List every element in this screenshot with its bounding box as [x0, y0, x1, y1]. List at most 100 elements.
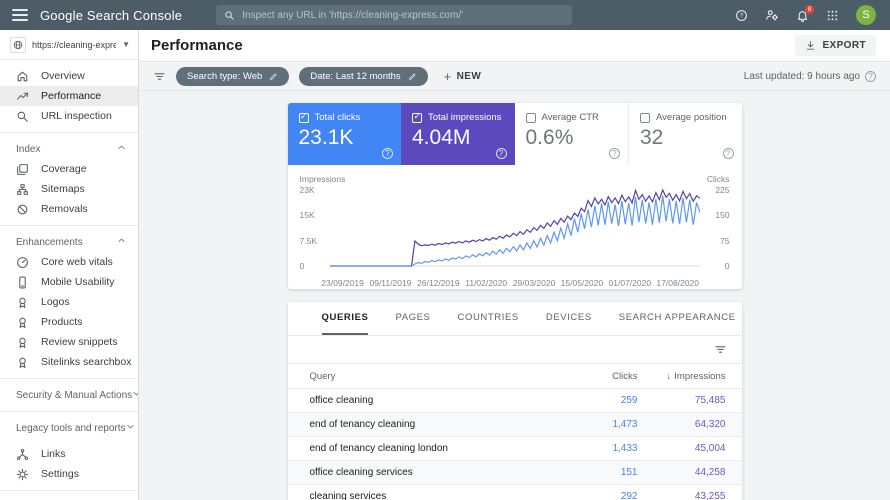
left-axis-title: Impressions [299, 174, 346, 184]
help-circle-icon[interactable]: ? [722, 148, 734, 159]
x-axis-label: 29/03/2020 [512, 278, 556, 288]
table-row[interactable]: cleaning services 292 43,255 [288, 485, 742, 500]
sidebar-section-legacy-tools[interactable]: Legacy tools and reports [0, 418, 138, 438]
blocked-icon [17, 204, 28, 214]
help-circle-icon[interactable]: ? [865, 70, 876, 82]
table-row[interactable]: end of tenancy cleaning london 1,433 45,00… [287, 437, 742, 461]
sidebar-section-security[interactable]: Security & Manual Actions [0, 385, 138, 405]
rich-result-badge-icon [19, 357, 26, 368]
x-axis-labels: 23/09/2019 09/11/2019 26/12/2019 11/02/2020… [321, 275, 704, 289]
magnifier-icon [17, 111, 28, 122]
dimensions-table-card: QUERIES PAGES COUNTRIES DEVICES SEARCH A… [287, 302, 742, 500]
gear-icon [16, 468, 29, 480]
apps-grid-icon[interactable] [826, 9, 839, 22]
sidebar-item-links[interactable]: Links [0, 444, 138, 464]
page-header: Performance EXPORT [139, 30, 890, 62]
sidebar-item-settings[interactable]: Settings [0, 464, 138, 484]
search-input[interactable] [242, 9, 565, 21]
sidebar-item-logos[interactable]: Logos [0, 292, 138, 312]
sidebar-item-overview[interactable]: Overview [0, 66, 138, 86]
query-cell: office cleaning [309, 395, 374, 406]
impressions-column-header[interactable]: ↓ Impressions [638, 371, 742, 382]
performance-chart-icon [17, 92, 28, 100]
table-row[interactable]: office cleaning 259 75,485 [287, 389, 742, 413]
menu-icon[interactable] [12, 9, 28, 21]
globe-icon [10, 36, 26, 53]
table-row[interactable]: office cleaning services 151 44,258 [287, 461, 742, 485]
tab-pages[interactable]: PAGES [395, 302, 430, 335]
impressions-cell: 75,485 [694, 395, 726, 406]
sidebar-item-url-inspection[interactable]: URL inspection [0, 106, 138, 126]
x-axis-label: 23/09/2019 [321, 278, 364, 288]
sidebar-item-core-web-vitals[interactable]: Core web vitals [0, 252, 138, 272]
notifications-bell-icon[interactable]: 8 [796, 4, 814, 22]
avatar[interactable]: S [856, 5, 876, 25]
rich-result-badge-icon [19, 297, 26, 308]
help-circle-icon[interactable]: ? [609, 148, 620, 159]
tab-search-appearance[interactable]: SEARCH APPEARANCE [619, 302, 736, 335]
average-ctr-tile[interactable]: Average CTR 0.6% ? [514, 103, 628, 165]
sidebar-item-sitemaps[interactable]: Sitemaps [0, 179, 138, 199]
table-row[interactable]: end of tenancy cleaning 1,473 64,320 [287, 413, 742, 437]
filter-bar: Search type: Web Date: Last 12 months + … [139, 62, 890, 91]
last-updated: Last updated: 9 hours ago ? [744, 70, 876, 82]
clicks-cell: 1,473 [612, 419, 638, 430]
checkbox-unchecked-icon[interactable] [525, 112, 536, 123]
sidebar-item-review-snippets[interactable]: Review snippets [0, 332, 138, 352]
home-icon [17, 71, 28, 81]
sidebar-section-index[interactable]: Index [0, 139, 138, 159]
right-axis-ticks: 225 150 75 0 [715, 185, 730, 271]
help-circle-icon[interactable]: ? [382, 148, 393, 159]
search-type-chip[interactable]: Search type: Web [176, 66, 290, 86]
search-icon [225, 10, 234, 20]
left-axis-ticks: 23K 15K 7.5K 0 [299, 185, 318, 271]
sidebar-item-removals[interactable]: Removals [0, 199, 138, 219]
url-inspect-searchbar[interactable] [216, 5, 573, 25]
sidebar-item-sitelinks-searchbox[interactable]: Sitelinks searchbox [0, 352, 138, 372]
table-filter-icon[interactable] [714, 343, 727, 356]
sidebar-item-products[interactable]: Products [0, 312, 138, 332]
impressions-cell: 45,004 [694, 443, 726, 454]
manage-users-icon[interactable] [765, 8, 779, 22]
average-position-tile[interactable]: Average position 32 ? [628, 103, 742, 165]
checkbox-unchecked-icon[interactable] [640, 112, 650, 123]
sidebar-item-coverage[interactable]: Coverage [0, 159, 138, 179]
property-url: https://cleaning-express.com/ [32, 39, 116, 50]
checkbox-checked-icon[interactable] [298, 111, 309, 123]
average-ctr-value: 0.6% [525, 126, 574, 149]
rich-result-badge-icon [19, 337, 26, 348]
performance-summary-card: Total clicks 23.1K ? Total impressions 4… [287, 103, 742, 289]
chevron-down-icon: ▼ [122, 40, 130, 49]
sidebar-item-mobile-usability[interactable]: Mobile Usability [0, 272, 138, 292]
checkbox-checked-icon[interactable] [412, 111, 422, 123]
filter-icon[interactable] [153, 70, 166, 83]
tab-devices[interactable]: DEVICES [546, 302, 592, 335]
impressions-cell: 44,258 [694, 467, 726, 478]
help-icon[interactable]: ? [735, 9, 748, 22]
date-range-chip[interactable]: Date: Last 12 months [299, 66, 428, 86]
tab-queries[interactable]: QUERIES [321, 302, 369, 335]
help-circle-icon[interactable]: ? [495, 148, 507, 159]
sidebar: https://cleaning-express.com/ ▼ Overview… [0, 30, 139, 500]
sitemap-tree-icon [17, 183, 28, 195]
notification-badge: 8 [805, 4, 814, 14]
pencil-icon [408, 73, 416, 80]
top-app-bar: Google Search Console ? 8 S [0, 0, 890, 30]
sidebar-item-performance[interactable]: Performance [0, 86, 138, 106]
pencil-icon [270, 73, 277, 80]
property-selector[interactable]: https://cleaning-express.com/ ▼ [0, 30, 138, 60]
chevron-up-icon [117, 143, 126, 155]
coverage-pages-icon [17, 163, 28, 175]
sidebar-section-enhancements[interactable]: Enhancements [0, 232, 138, 252]
query-column-header[interactable]: Query [310, 371, 568, 382]
clicks-column-header[interactable]: Clicks [568, 371, 637, 382]
tab-countries[interactable]: COUNTRIES [458, 302, 519, 335]
impressions-cell: 43,255 [694, 491, 726, 500]
new-filter-button[interactable]: + NEW [444, 69, 482, 84]
rich-result-badge-icon [19, 317, 26, 328]
export-button[interactable]: EXPORT [795, 35, 876, 56]
total-impressions-tile[interactable]: Total impressions 4.04M ? [401, 103, 515, 165]
x-axis-label: 17/08/2020 [656, 278, 699, 288]
total-clicks-tile[interactable]: Total clicks 23.1K ? [287, 103, 401, 165]
performance-chart[interactable]: 23K 15K 7.5K 0 23/09/2019 09/11/2019 26/12… [288, 186, 742, 289]
